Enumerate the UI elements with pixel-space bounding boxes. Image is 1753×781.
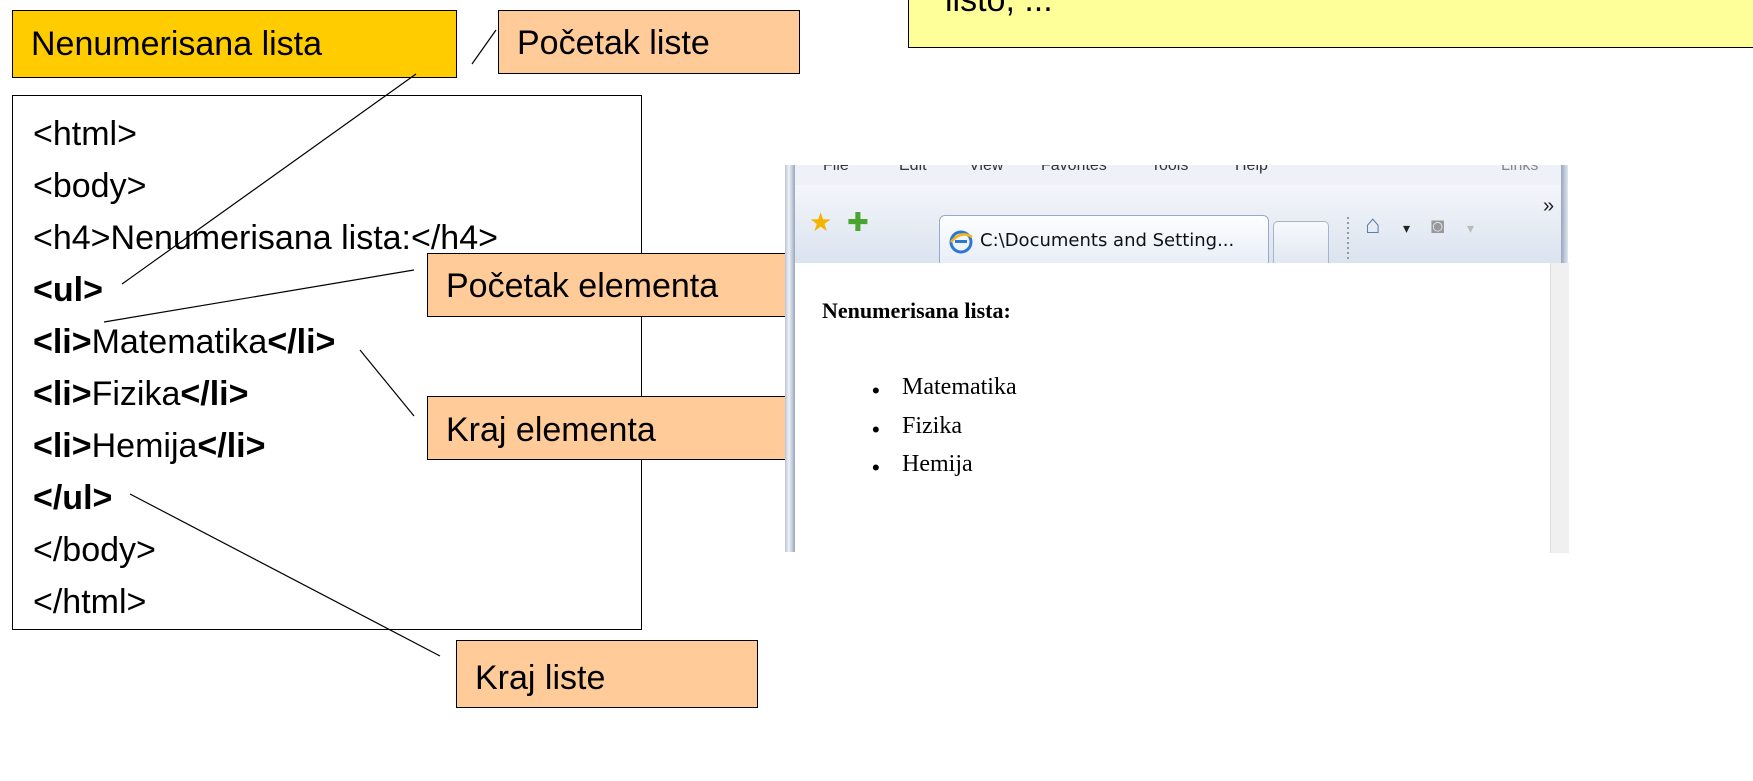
menu-favorites[interactable]: Favorites — [1041, 165, 1107, 175]
ie-logo-icon — [949, 230, 973, 254]
bullet-icon: • — [872, 378, 880, 403]
page-list-item: Matematika — [902, 374, 1017, 400]
ul-close-tag: </ul> — [33, 479, 113, 517]
li-close-tag: </li> — [180, 375, 249, 413]
toolbar-separator — [1347, 217, 1349, 259]
tab-title: C:\Documents and Setting... — [980, 230, 1235, 251]
code-box: <html> <body> <h4>Nenumerisana lista:</h… — [12, 95, 642, 630]
callout-element-start: Početak elementa — [427, 253, 814, 317]
li-open-tag: <li> — [33, 427, 92, 465]
callout-list-end: Kraj liste — [456, 640, 758, 708]
code-line-ul-close: </ul> — [33, 478, 112, 518]
code-line-html-open: <html> — [33, 115, 137, 153]
vertical-scrollbar[interactable] — [1550, 263, 1569, 553]
code-line-h4: <h4>Nenumerisana lista:</h4> — [33, 219, 498, 257]
code-line-body-open: <body> — [33, 167, 147, 205]
li-text: Hemija — [91, 427, 198, 465]
page-heading: Nenumerisana lista: — [822, 298, 1011, 323]
menu-tools[interactable]: Tools — [1151, 165, 1188, 175]
browser-toolbar: ★ ✚ C:\Documents and Setting... ⌂ ▾ ◙ ▾ … — [795, 185, 1561, 267]
ul-open-tag: <ul> — [33, 271, 103, 309]
browser-tab[interactable]: C:\Documents and Setting... — [939, 215, 1269, 267]
page-list-item: Hemija — [902, 451, 973, 477]
li-text: Fizika — [91, 375, 181, 413]
callout-element-end-label: Kraj elementa — [446, 411, 656, 449]
menu-help[interactable]: Help — [1235, 165, 1268, 175]
bullet-icon: • — [872, 455, 880, 480]
code-line-li-hemija: <li>Hemija</li> — [33, 426, 265, 466]
bullet-icon: • — [872, 417, 880, 442]
top-note-box: listo, ... — [908, 0, 1753, 48]
callout-list-start-label: Početak liste — [517, 24, 710, 62]
menu-bar: File Edit View Favorites Tools Help Link… — [795, 165, 1561, 185]
code-line-body-close: </body> — [33, 531, 156, 569]
li-close-tag: </li> — [267, 323, 336, 361]
callout-list-start: Početak liste — [498, 10, 800, 74]
favorites-star-icon[interactable]: ★ — [809, 209, 832, 235]
title-box: Nenumerisana lista — [12, 10, 457, 78]
menu-edit[interactable]: Edit — [899, 165, 927, 175]
callout-element-end: Kraj elementa — [427, 396, 814, 460]
code-line-li-matematika: <li>Matematika</li> — [33, 322, 335, 362]
li-close-tag: </li> — [197, 427, 266, 465]
browser-screenshot: File Edit View Favorites Tools Help Link… — [785, 165, 1568, 552]
code-line-ul-open: <ul> — [33, 270, 103, 310]
menu-view[interactable]: View — [969, 165, 1003, 175]
title-label: Nenumerisana lista — [31, 25, 323, 63]
rss-feed-icon[interactable]: ◙ — [1431, 213, 1444, 239]
new-tab-button[interactable] — [1273, 221, 1329, 267]
home-dropdown-icon[interactable]: ▾ — [1403, 215, 1410, 241]
top-note-text: listo, ... — [945, 0, 1053, 19]
page-list-item: Fizika — [902, 413, 962, 439]
menu-file[interactable]: File — [823, 165, 849, 175]
li-open-tag: <li> — [33, 323, 92, 361]
connector-title-to-list-start — [471, 29, 497, 65]
callout-element-start-label: Početak elementa — [446, 267, 719, 305]
rss-dropdown-icon[interactable]: ▾ — [1467, 215, 1474, 241]
li-text: Matematika — [91, 323, 268, 361]
add-favorite-icon[interactable]: ✚ — [847, 209, 869, 235]
code-line-li-fizika: <li>Fizika</li> — [33, 374, 248, 414]
code-line-html-close: </html> — [33, 583, 147, 621]
home-icon[interactable]: ⌂ — [1365, 211, 1381, 237]
menu-links[interactable]: Links — [1501, 165, 1538, 175]
callout-list-end-label: Kraj liste — [475, 659, 606, 697]
li-open-tag: <li> — [33, 375, 92, 413]
chevron-more-icon[interactable]: » — [1543, 193, 1554, 219]
window-frame-left — [785, 165, 795, 552]
